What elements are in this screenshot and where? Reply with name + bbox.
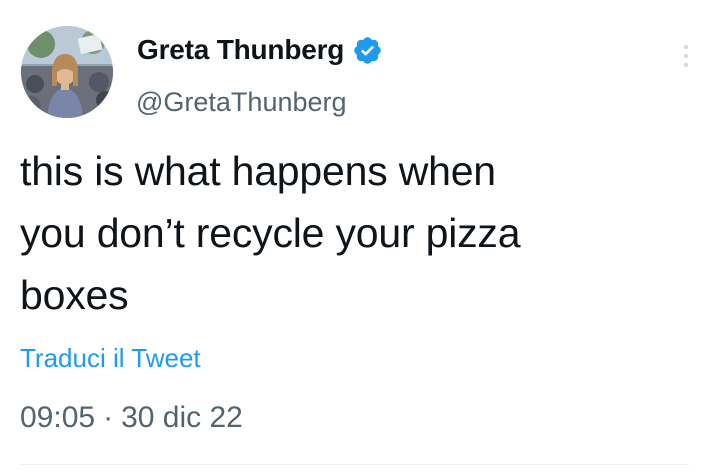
tweet-card: Greta Thunberg @GretaThunberg this is wh… bbox=[0, 0, 709, 471]
tweet-date[interactable]: 30 dic 22 bbox=[121, 398, 243, 438]
display-name[interactable]: Greta Thunberg bbox=[137, 30, 344, 70]
tweet-text: this is what happens when you don’t recy… bbox=[20, 148, 521, 318]
divider bbox=[20, 464, 689, 465]
author-name-row[interactable]: Greta Thunberg bbox=[137, 30, 383, 70]
verified-badge-icon bbox=[352, 35, 383, 66]
avatar[interactable] bbox=[21, 26, 113, 118]
avatar-photo bbox=[21, 26, 113, 118]
tweet-time[interactable]: 09:05 bbox=[20, 398, 95, 438]
more-options-button[interactable] bbox=[679, 38, 693, 74]
username[interactable]: @GretaThunberg bbox=[136, 84, 347, 120]
timestamp-separator: · bbox=[103, 401, 114, 434]
timestamp-row: 09:05 · 30 dic 22 bbox=[20, 398, 243, 438]
translate-tweet-link[interactable]: Traduci il Tweet bbox=[20, 340, 201, 376]
more-options-icon bbox=[683, 44, 689, 68]
